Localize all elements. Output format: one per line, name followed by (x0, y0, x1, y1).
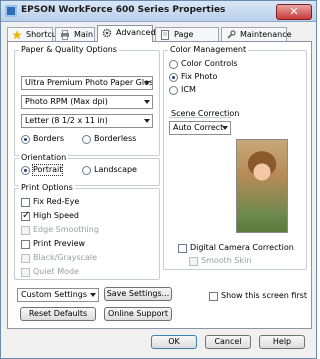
tab-advanced[interactable]: Advanced (97, 25, 156, 42)
print-preview-checkbox[interactable] (21, 240, 30, 249)
scene-correction-select[interactable]: Auto Correct (169, 121, 231, 135)
printer-icon (61, 30, 69, 40)
paper-type-select[interactable]: Ultra Premium Photo Paper Glossy (21, 76, 153, 90)
help-button[interactable]: Help (259, 335, 305, 349)
page-icon (161, 30, 169, 40)
orientation-title: Orientation (19, 153, 69, 163)
color-controls-label: Color Controls (181, 59, 238, 68)
close-button[interactable]: ✕ (276, 4, 312, 20)
icm-radio[interactable] (169, 86, 178, 95)
landscape-label: Landscape (94, 165, 137, 174)
title-bar: EPSON WorkForce 600 Series Properties ✕ (1, 1, 316, 22)
paper-type-value: Ultra Premium Photo Paper Glossy (25, 78, 153, 87)
borders-radio[interactable] (21, 135, 30, 144)
high-speed-label: High Speed (33, 211, 80, 220)
digital-camera-correction-label: Digital Camera Correction (190, 243, 294, 252)
smooth-skin-checkbox (189, 257, 198, 266)
tab-main[interactable]: Main (55, 27, 95, 41)
borderless-label: Borderless (94, 134, 137, 143)
quality-select[interactable]: Photo RPM (Max dpi) (21, 95, 153, 109)
borders-label: Borders (33, 134, 64, 143)
preview-photo (236, 139, 288, 233)
edge-smoothing-label: Edge Smoothing (33, 225, 99, 234)
landscape-radio[interactable] (82, 166, 91, 175)
portrait-radio[interactable] (21, 166, 30, 175)
advanced-panel: Paper & Quality Options Ultra Premium Ph… (7, 41, 312, 329)
show-first-checkbox[interactable] (209, 292, 218, 301)
fix-photo-label: Fix Photo (181, 72, 218, 81)
chevron-down-icon (144, 81, 150, 85)
smooth-skin-label: Smooth Skin (201, 256, 252, 265)
tab-shortcuts[interactable]: Shortcuts (7, 27, 64, 41)
black-grayscale-checkbox (21, 254, 30, 263)
fix-red-eye-label: Fix Red-Eye (33, 197, 80, 206)
show-first-label: Show this screen first (221, 291, 308, 300)
paper-size-select[interactable]: Letter (8 1/2 x 11 in) (21, 114, 153, 128)
print-preview-label: Print Preview (33, 239, 86, 248)
custom-settings-select[interactable]: Custom Settings (17, 288, 99, 302)
tab-label: Maintenance (240, 30, 292, 39)
tab-maintenance[interactable]: Maintenance (221, 27, 292, 41)
printer-icon (5, 5, 17, 17)
scene-correction-value: Auto Correct (173, 123, 224, 132)
chevron-down-icon (222, 126, 228, 130)
chevron-down-icon (90, 293, 96, 297)
online-support-button[interactable]: Online Support (104, 307, 172, 321)
fix-red-eye-checkbox[interactable] (21, 198, 30, 207)
wrench-icon (227, 30, 236, 39)
save-settings-button[interactable]: Save Settings... (104, 287, 172, 301)
quality-value: Photo RPM (Max dpi) (25, 97, 108, 106)
tab-page-layout[interactable]: Page Layout (155, 27, 219, 53)
scene-divider (169, 117, 231, 118)
chevron-down-icon (144, 100, 150, 104)
edge-smoothing-checkbox (21, 226, 30, 235)
black-grayscale-label: Black/Grayscale (33, 253, 98, 262)
gear-icon (102, 28, 112, 38)
ok-button[interactable]: OK (151, 335, 197, 349)
print-options-title: Print Options (19, 183, 75, 193)
properties-window: EPSON WorkForce 600 Series Properties ✕ … (0, 0, 317, 359)
color-management-title: Color Management (168, 45, 249, 55)
paper-size-value: Letter (8 1/2 x 11 in) (25, 116, 108, 125)
icm-label: ICM (181, 85, 196, 94)
window-title: EPSON WorkForce 600 Series Properties (21, 5, 226, 15)
chevron-down-icon (144, 119, 150, 123)
custom-settings-value: Custom Settings (21, 290, 88, 299)
quiet-mode-checkbox (21, 268, 30, 277)
cancel-button[interactable]: Cancel (205, 335, 251, 349)
portrait-label: Portrait (31, 164, 64, 176)
quiet-mode-label: Quiet Mode (33, 267, 79, 276)
reset-defaults-button[interactable]: Reset Defaults (20, 307, 96, 321)
tab-label: Main (74, 30, 94, 39)
paper-quality-title: Paper & Quality Options (19, 45, 119, 55)
color-controls-radio[interactable] (169, 60, 178, 69)
tab-label: Advanced (116, 28, 156, 37)
digital-camera-correction-checkbox[interactable] (178, 244, 187, 253)
borderless-radio[interactable] (82, 135, 91, 144)
star-icon (12, 30, 22, 40)
high-speed-checkbox[interactable] (21, 210, 30, 221)
fix-photo-radio[interactable] (169, 73, 178, 82)
